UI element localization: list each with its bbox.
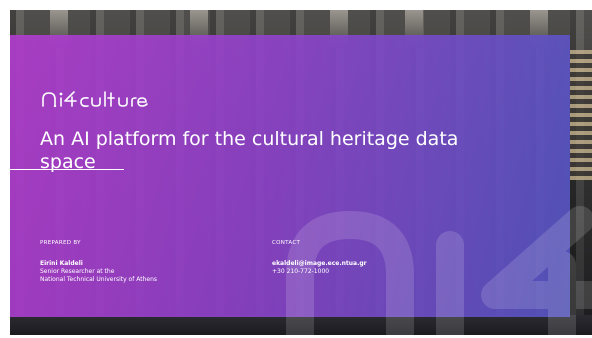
ai4culture-logo — [42, 91, 148, 108]
contact-email[interactable]: ekaldeli@image.ece.ntua.gr — [272, 260, 367, 268]
presenter-info: Eirini Kaldeli Senior Researcher at the … — [40, 260, 157, 284]
contact-label: CONTACT — [272, 240, 301, 246]
contact-phone[interactable]: +30 210-772-1000 — [272, 268, 367, 276]
contact-info: ekaldeli@image.ece.ntua.gr +30 210-772-1… — [272, 260, 367, 276]
window-arch — [570, 50, 592, 180]
prepared-by-label: PREPARED BY — [40, 240, 81, 246]
presenter-role: Senior Researcher at the — [40, 268, 115, 275]
presenter-name: Eirini Kaldeli — [40, 260, 83, 267]
slide: An AI platform for the cultural heritage… — [0, 0, 592, 338]
slide-title: An AI platform for the cultural heritage… — [40, 128, 459, 173]
title-underline — [0, 169, 124, 170]
presenter-organization: National Technical University of Athens — [40, 276, 158, 283]
